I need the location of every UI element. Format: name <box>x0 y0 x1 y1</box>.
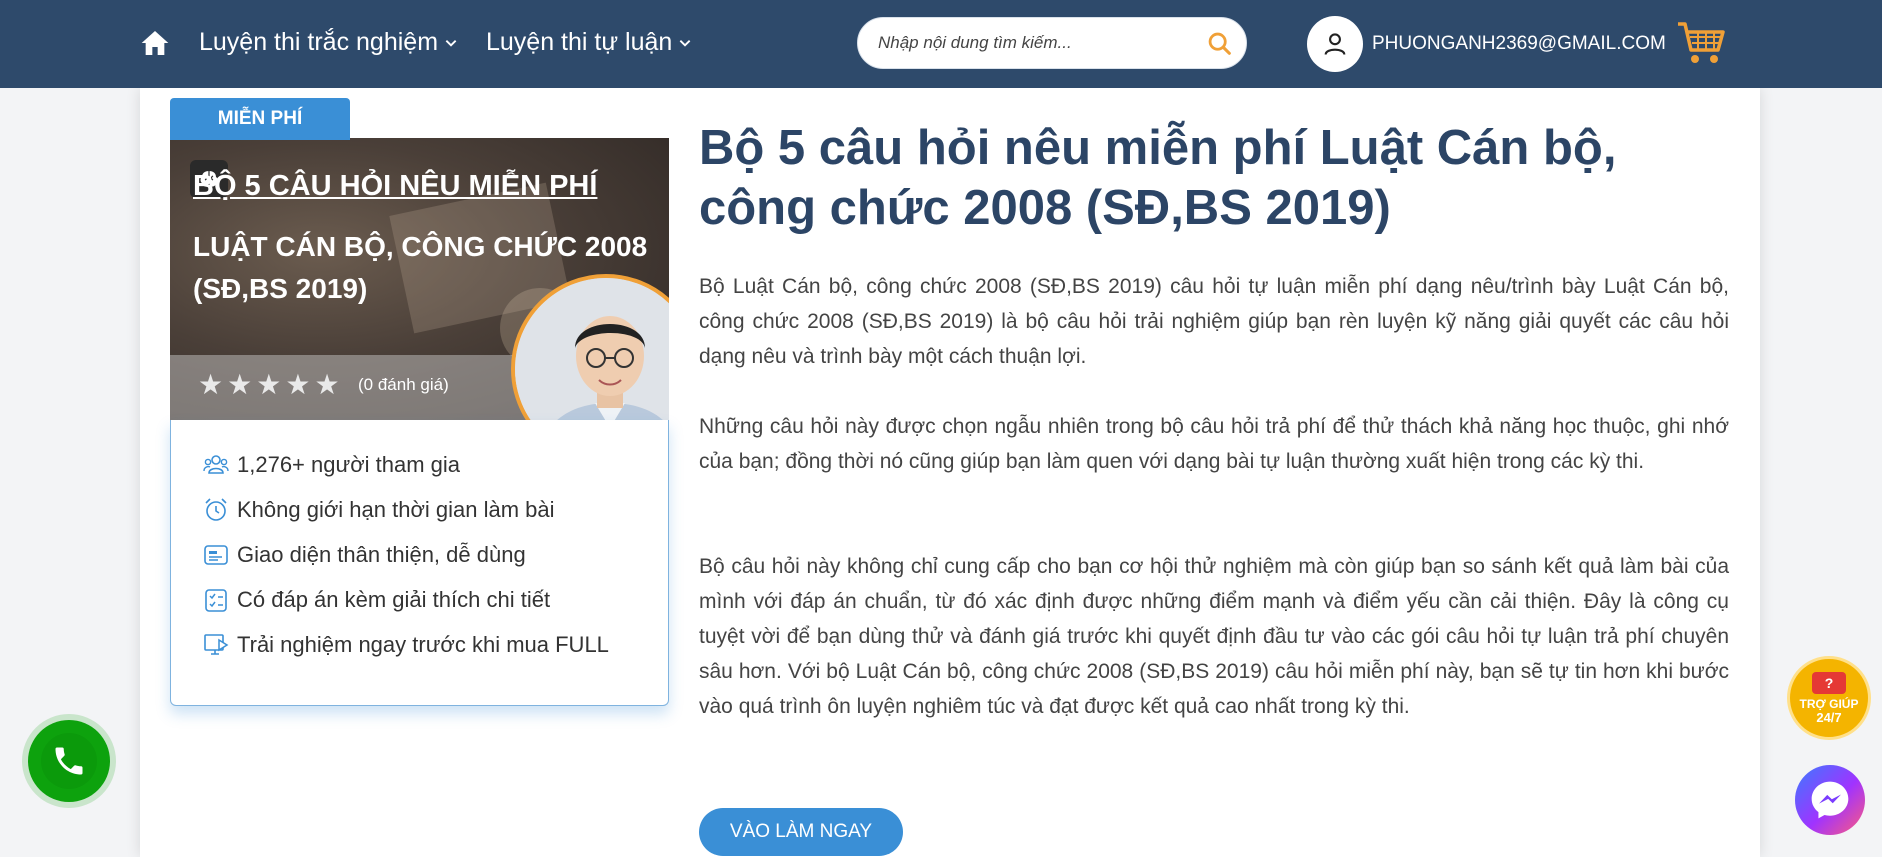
free-badge: MIỄN PHÍ <box>170 98 350 140</box>
course-thumbnail[interactable]: BỘ 5 CÂU HỎI NÊU MIỄN PHÍ LUẬT CÁN BỘ, C… <box>170 138 669 420</box>
nav-tuluan-label: Luyện thi tự luận <box>486 28 673 56</box>
messenger-button[interactable] <box>1795 765 1865 835</box>
checklist-icon <box>205 589 227 612</box>
messenger-icon <box>1811 781 1849 819</box>
help-button[interactable]: ? TRỢ GIÚP 24/7 <box>1787 656 1871 740</box>
rating-count: (0 đánh giá) <box>358 375 449 394</box>
star-icon: ★ <box>198 369 224 400</box>
help-label: TRỢ GIÚP <box>1799 696 1859 711</box>
nav-tracnghiem[interactable]: Luyện thi trắc nghiệm <box>199 28 458 57</box>
feature-item: Trải nghiệm ngay trước khi mua FULL <box>203 632 609 658</box>
monitor-play-icon <box>204 634 229 655</box>
search-icon <box>1208 32 1231 55</box>
star-icon: ★ <box>227 369 253 400</box>
cart-icon[interactable] <box>1676 20 1726 66</box>
chevron-down-icon <box>679 39 691 47</box>
top-navbar: Luyện thi trắc nghiệm Luyện thi tự luận … <box>0 0 1882 88</box>
interface-icon <box>204 545 228 565</box>
star-icon: ★ <box>285 369 311 400</box>
search-input[interactable] <box>878 27 1178 59</box>
nav-tuluan[interactable]: Luyện thi tự luận <box>486 28 692 57</box>
nav-tracnghiem-label: Luyện thi trắc nghiệm <box>199 28 439 56</box>
call-button-inner <box>41 733 97 789</box>
users-icon <box>203 455 229 474</box>
star-rating: ★ ★ ★ ★ ★ <box>198 370 340 400</box>
alarm-clock-icon <box>205 498 227 521</box>
feature-item: Giao diện thân thiện, dễ dùng <box>203 542 526 568</box>
feature-item: Không giới hạn thời gian làm bài <box>203 497 555 523</box>
star-icon: ★ <box>256 369 282 400</box>
user-avatar[interactable] <box>1307 16 1363 72</box>
user-email[interactable]: PHUONGANH2369@GMAIL.COM <box>1372 33 1666 55</box>
feature-label: Không giới hạn thời gian làm bài <box>237 497 555 522</box>
search-button[interactable] <box>1197 21 1243 67</box>
course-features: 1,276+ người tham gia Không giới hạn thờ… <box>170 420 669 706</box>
phone-icon <box>55 747 83 775</box>
feature-item: 1,276+ người tham gia <box>203 452 460 478</box>
description-paragraph: Những câu hỏi này được chọn ngẫu nhiên t… <box>699 415 1729 473</box>
star-icon: ★ <box>314 369 340 400</box>
feature-label: Giao diện thân thiện, dễ dùng <box>237 542 526 567</box>
page-title: Bộ 5 câu hỏi nêu miễn phí Luật Cán bộ, c… <box>699 121 1617 235</box>
feature-item: Có đáp án kèm giải thích chi tiết <box>203 587 550 613</box>
feature-label: 1,276+ người tham gia <box>237 452 461 477</box>
help-hours: 24/7 <box>1816 709 1842 725</box>
home-icon[interactable] <box>139 27 171 59</box>
thumbnail-title-line1: BỘ 5 CÂU HỎI NÊU MIỄN PHÍ <box>193 170 598 202</box>
feature-label: Trải nghiệm ngay trước khi mua FULL <box>237 632 609 657</box>
search-box <box>857 17 1247 69</box>
description-paragraph: Bộ câu hỏi này không chỉ cung cấp cho bạ… <box>699 555 1729 718</box>
chevron-down-icon <box>445 39 457 47</box>
user-icon <box>1324 33 1346 55</box>
call-button[interactable] <box>28 720 110 802</box>
question-icon: ? <box>1812 671 1846 694</box>
description-paragraph: Bộ Luật Cán bộ, công chức 2008 (SĐ,BS 20… <box>699 275 1729 368</box>
feature-label: Có đáp án kèm giải thích chi tiết <box>237 587 551 612</box>
start-now-button[interactable]: VÀO LÀM NGAY <box>699 808 903 856</box>
